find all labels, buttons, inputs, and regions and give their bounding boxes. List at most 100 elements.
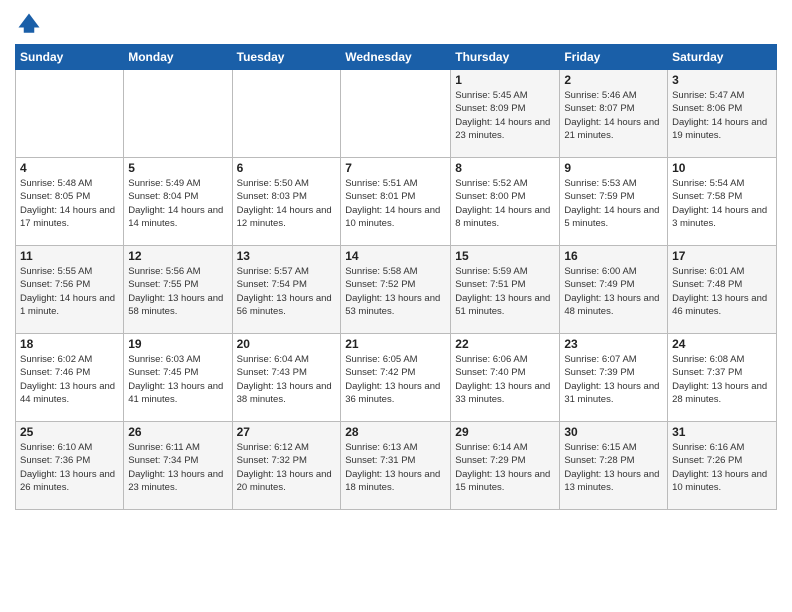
day-number: 2 xyxy=(564,73,663,87)
week-row: 1Sunrise: 5:45 AM Sunset: 8:09 PM Daylig… xyxy=(16,70,777,158)
calendar-cell: 22 Sunrise: 6:06 AM Sunset: 7:40 PM Dayli… xyxy=(451,334,560,422)
day-number: 8 xyxy=(455,161,555,175)
calendar-cell: 5 Sunrise: 5:49 AM Sunset: 8:04 PM Daylig… xyxy=(124,158,232,246)
calendar-cell: 3 Sunrise: 5:47 AM Sunset: 8:06 PM Daylig… xyxy=(668,70,777,158)
calendar-cell: 12 Sunrise: 5:56 AM Sunset: 7:55 PM Dayli… xyxy=(124,246,232,334)
day-info: Sunrise: 5:50 AM Sunset: 8:03 PM Dayligh… xyxy=(237,177,337,230)
day-number: 19 xyxy=(128,337,227,351)
day-number: 11 xyxy=(20,249,119,263)
day-number: 18 xyxy=(20,337,119,351)
calendar-cell: 15Sunrise: 5:59 AM Sunset: 7:51 PM Dayli… xyxy=(451,246,560,334)
day-number: 27 xyxy=(237,425,337,439)
day-number: 25 xyxy=(20,425,119,439)
day-info: Sunrise: 5:47 AM Sunset: 8:06 PM Dayligh… xyxy=(672,89,772,142)
day-info: Sunrise: 5:52 AM Sunset: 8:00 PM Dayligh… xyxy=(455,177,555,230)
calendar-cell: 1Sunrise: 5:45 AM Sunset: 8:09 PM Daylig… xyxy=(451,70,560,158)
day-number: 26 xyxy=(128,425,227,439)
day-number: 22 xyxy=(455,337,555,351)
calendar-cell: 27 Sunrise: 6:12 AM Sunset: 7:32 PM Dayli… xyxy=(232,422,341,510)
calendar-cell: 24 Sunrise: 6:08 AM Sunset: 7:37 PM Dayli… xyxy=(668,334,777,422)
calendar-cell: 28 Sunrise: 6:13 AM Sunset: 7:31 PM Dayli… xyxy=(341,422,451,510)
day-number: 3 xyxy=(672,73,772,87)
day-info: Sunrise: 6:06 AM Sunset: 7:40 PM Dayligh… xyxy=(455,353,555,406)
day-header-saturday: Saturday xyxy=(668,45,777,70)
day-info: Sunrise: 5:59 AM Sunset: 7:51 PM Dayligh… xyxy=(455,265,555,318)
day-info: Sunrise: 6:00 AM Sunset: 7:49 PM Dayligh… xyxy=(564,265,663,318)
calendar-cell: 14 Sunrise: 5:58 AM Sunset: 7:52 PM Dayli… xyxy=(341,246,451,334)
header-row: SundayMondayTuesdayWednesdayThursdayFrid… xyxy=(16,45,777,70)
calendar-cell: 7Sunrise: 5:51 AM Sunset: 8:01 PM Daylig… xyxy=(341,158,451,246)
day-number: 7 xyxy=(345,161,446,175)
calendar-cell: 26 Sunrise: 6:11 AM Sunset: 7:34 PM Dayli… xyxy=(124,422,232,510)
day-number: 16 xyxy=(564,249,663,263)
day-number: 9 xyxy=(564,161,663,175)
day-number: 28 xyxy=(345,425,446,439)
day-header-friday: Friday xyxy=(560,45,668,70)
day-number: 31 xyxy=(672,425,772,439)
day-header-thursday: Thursday xyxy=(451,45,560,70)
day-number: 20 xyxy=(237,337,337,351)
day-info: Sunrise: 6:05 AM Sunset: 7:42 PM Dayligh… xyxy=(345,353,446,406)
day-info: Sunrise: 6:11 AM Sunset: 7:34 PM Dayligh… xyxy=(128,441,227,494)
day-info: Sunrise: 6:12 AM Sunset: 7:32 PM Dayligh… xyxy=(237,441,337,494)
day-number: 5 xyxy=(128,161,227,175)
day-number: 17 xyxy=(672,249,772,263)
day-info: Sunrise: 5:48 AM Sunset: 8:05 PM Dayligh… xyxy=(20,177,119,230)
calendar-cell: 13 Sunrise: 5:57 AM Sunset: 7:54 PM Dayli… xyxy=(232,246,341,334)
day-number: 23 xyxy=(564,337,663,351)
day-info: Sunrise: 6:08 AM Sunset: 7:37 PM Dayligh… xyxy=(672,353,772,406)
logo-icon xyxy=(15,10,43,38)
calendar-cell: 20 Sunrise: 6:04 AM Sunset: 7:43 PM Dayli… xyxy=(232,334,341,422)
day-info: Sunrise: 5:54 AM Sunset: 7:58 PM Dayligh… xyxy=(672,177,772,230)
day-info: Sunrise: 5:56 AM Sunset: 7:55 PM Dayligh… xyxy=(128,265,227,318)
day-info: Sunrise: 5:46 AM Sunset: 8:07 PM Dayligh… xyxy=(564,89,663,142)
calendar-cell: 21 Sunrise: 6:05 AM Sunset: 7:42 PM Dayli… xyxy=(341,334,451,422)
day-info: Sunrise: 6:13 AM Sunset: 7:31 PM Dayligh… xyxy=(345,441,446,494)
calendar-cell xyxy=(124,70,232,158)
calendar-cell xyxy=(341,70,451,158)
logo xyxy=(15,10,47,38)
calendar-cell: 16 Sunrise: 6:00 AM Sunset: 7:49 PM Dayli… xyxy=(560,246,668,334)
week-row: 4 Sunrise: 5:48 AM Sunset: 8:05 PM Daylig… xyxy=(16,158,777,246)
day-info: Sunrise: 6:16 AM Sunset: 7:26 PM Dayligh… xyxy=(672,441,772,494)
header xyxy=(15,10,777,38)
day-info: Sunrise: 6:02 AM Sunset: 7:46 PM Dayligh… xyxy=(20,353,119,406)
day-number: 30 xyxy=(564,425,663,439)
day-header-sunday: Sunday xyxy=(16,45,124,70)
day-info: Sunrise: 6:10 AM Sunset: 7:36 PM Dayligh… xyxy=(20,441,119,494)
calendar-cell: 31 Sunrise: 6:16 AM Sunset: 7:26 PM Dayli… xyxy=(668,422,777,510)
day-info: Sunrise: 5:55 AM Sunset: 7:56 PM Dayligh… xyxy=(20,265,119,318)
calendar-cell: 4 Sunrise: 5:48 AM Sunset: 8:05 PM Daylig… xyxy=(16,158,124,246)
day-info: Sunrise: 6:15 AM Sunset: 7:28 PM Dayligh… xyxy=(564,441,663,494)
calendar-cell: 23 Sunrise: 6:07 AM Sunset: 7:39 PM Dayli… xyxy=(560,334,668,422)
day-header-monday: Monday xyxy=(124,45,232,70)
week-row: 18 Sunrise: 6:02 AM Sunset: 7:46 PM Dayli… xyxy=(16,334,777,422)
calendar-cell: 19 Sunrise: 6:03 AM Sunset: 7:45 PM Dayli… xyxy=(124,334,232,422)
day-info: Sunrise: 5:45 AM Sunset: 8:09 PM Dayligh… xyxy=(455,89,555,142)
day-number: 12 xyxy=(128,249,227,263)
day-header-wednesday: Wednesday xyxy=(341,45,451,70)
calendar-cell: 2 Sunrise: 5:46 AM Sunset: 8:07 PM Daylig… xyxy=(560,70,668,158)
page: SundayMondayTuesdayWednesdayThursdayFrid… xyxy=(0,0,792,520)
calendar-cell xyxy=(232,70,341,158)
calendar-cell: 30 Sunrise: 6:15 AM Sunset: 7:28 PM Dayli… xyxy=(560,422,668,510)
day-number: 4 xyxy=(20,161,119,175)
day-info: Sunrise: 5:58 AM Sunset: 7:52 PM Dayligh… xyxy=(345,265,446,318)
day-number: 24 xyxy=(672,337,772,351)
day-number: 21 xyxy=(345,337,446,351)
calendar: SundayMondayTuesdayWednesdayThursdayFrid… xyxy=(15,44,777,510)
calendar-cell: 6Sunrise: 5:50 AM Sunset: 8:03 PM Daylig… xyxy=(232,158,341,246)
day-info: Sunrise: 5:57 AM Sunset: 7:54 PM Dayligh… xyxy=(237,265,337,318)
day-info: Sunrise: 6:03 AM Sunset: 7:45 PM Dayligh… xyxy=(128,353,227,406)
day-number: 14 xyxy=(345,249,446,263)
day-info: Sunrise: 6:04 AM Sunset: 7:43 PM Dayligh… xyxy=(237,353,337,406)
day-info: Sunrise: 6:07 AM Sunset: 7:39 PM Dayligh… xyxy=(564,353,663,406)
calendar-cell: 8 Sunrise: 5:52 AM Sunset: 8:00 PM Daylig… xyxy=(451,158,560,246)
day-number: 10 xyxy=(672,161,772,175)
day-info: Sunrise: 6:14 AM Sunset: 7:29 PM Dayligh… xyxy=(455,441,555,494)
calendar-cell: 25 Sunrise: 6:10 AM Sunset: 7:36 PM Dayli… xyxy=(16,422,124,510)
calendar-cell: 11 Sunrise: 5:55 AM Sunset: 7:56 PM Dayli… xyxy=(16,246,124,334)
day-number: 13 xyxy=(237,249,337,263)
day-info: Sunrise: 5:49 AM Sunset: 8:04 PM Dayligh… xyxy=(128,177,227,230)
day-info: Sunrise: 5:53 AM Sunset: 7:59 PM Dayligh… xyxy=(564,177,663,230)
